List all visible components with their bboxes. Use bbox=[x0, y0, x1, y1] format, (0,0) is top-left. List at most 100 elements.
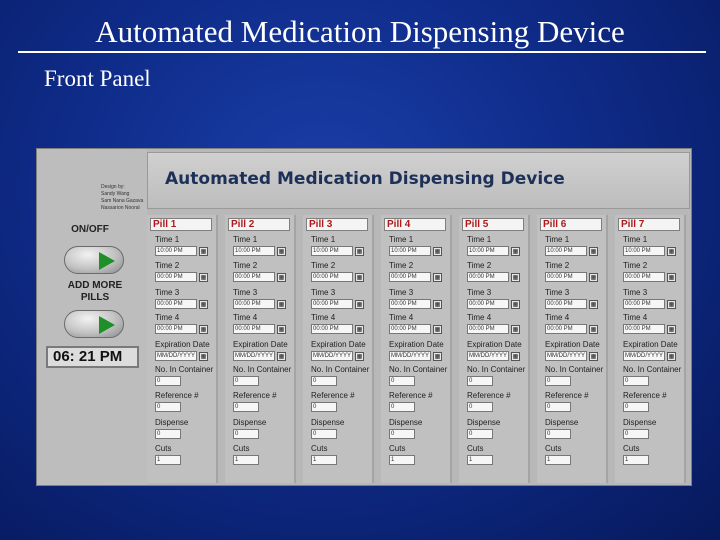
num-field[interactable]: 0 bbox=[389, 376, 415, 386]
calendar-icon[interactable]: ▦ bbox=[511, 300, 520, 309]
expiration-field[interactable]: MM/DD/YYYY bbox=[311, 351, 353, 361]
cuts-field[interactable]: 1 bbox=[155, 455, 181, 465]
time2-field[interactable]: 00:00 PM bbox=[467, 272, 509, 282]
expiration-field[interactable]: MM/DD/YYYY bbox=[155, 351, 197, 361]
calendar-icon[interactable]: ▦ bbox=[433, 352, 442, 361]
calendar-icon[interactable]: ▦ bbox=[277, 325, 286, 334]
dispense-field[interactable]: 0 bbox=[389, 429, 415, 439]
calendar-icon[interactable]: ▦ bbox=[355, 300, 364, 309]
time2-field[interactable]: 00:00 PM bbox=[389, 272, 431, 282]
time3-field[interactable]: 00:00 PM bbox=[389, 299, 431, 309]
calendar-icon[interactable]: ▦ bbox=[355, 352, 364, 361]
calendar-icon[interactable]: ▦ bbox=[667, 325, 676, 334]
calendar-icon[interactable]: ▦ bbox=[511, 325, 520, 334]
calendar-icon[interactable]: ▦ bbox=[199, 247, 208, 256]
calendar-icon[interactable]: ▦ bbox=[277, 300, 286, 309]
cuts-field[interactable]: 1 bbox=[233, 455, 259, 465]
dispense-field[interactable]: 0 bbox=[545, 429, 571, 439]
calendar-icon[interactable]: ▦ bbox=[433, 273, 442, 282]
calendar-icon[interactable]: ▦ bbox=[355, 325, 364, 334]
ref-field[interactable]: 0 bbox=[233, 402, 259, 412]
time1-field[interactable]: 10:00 PM bbox=[467, 246, 509, 256]
time1-field[interactable]: 10:00 PM bbox=[389, 246, 431, 256]
time4-field[interactable]: 00:00 PM bbox=[155, 324, 197, 334]
dispense-field[interactable]: 0 bbox=[155, 429, 181, 439]
num-field[interactable]: 0 bbox=[311, 376, 337, 386]
num-field[interactable]: 0 bbox=[233, 376, 259, 386]
time3-field[interactable]: 00:00 PM bbox=[467, 299, 509, 309]
expiration-field[interactable]: MM/DD/YYYY bbox=[623, 351, 665, 361]
calendar-icon[interactable]: ▦ bbox=[199, 273, 208, 282]
time4-field[interactable]: 00:00 PM bbox=[233, 324, 275, 334]
time1-field[interactable]: 10:00 PM bbox=[545, 246, 587, 256]
time1-field[interactable]: 10:00 PM bbox=[311, 246, 353, 256]
calendar-icon[interactable]: ▦ bbox=[511, 247, 520, 256]
time4-field[interactable]: 00:00 PM bbox=[623, 324, 665, 334]
expiration-field[interactable]: MM/DD/YYYY bbox=[467, 351, 509, 361]
time1-field[interactable]: 10:00 PM bbox=[155, 246, 197, 256]
on-off-button[interactable] bbox=[64, 246, 124, 274]
calendar-icon[interactable]: ▦ bbox=[199, 300, 208, 309]
cuts-field[interactable]: 1 bbox=[623, 455, 649, 465]
calendar-icon[interactable]: ▦ bbox=[355, 273, 364, 282]
ref-field[interactable]: 0 bbox=[545, 402, 571, 412]
calendar-icon[interactable]: ▦ bbox=[667, 300, 676, 309]
time3-field[interactable]: 00:00 PM bbox=[155, 299, 197, 309]
dispense-field[interactable]: 0 bbox=[233, 429, 259, 439]
time2-field[interactable]: 00:00 PM bbox=[545, 272, 587, 282]
add-more-pills-button[interactable] bbox=[64, 310, 124, 338]
expiration-field[interactable]: MM/DD/YYYY bbox=[233, 351, 275, 361]
ref-field[interactable]: 0 bbox=[311, 402, 337, 412]
calendar-icon[interactable]: ▦ bbox=[589, 352, 598, 361]
calendar-icon[interactable]: ▦ bbox=[433, 300, 442, 309]
calendar-icon[interactable]: ▦ bbox=[667, 273, 676, 282]
time4-field[interactable]: 00:00 PM bbox=[467, 324, 509, 334]
calendar-icon[interactable]: ▦ bbox=[433, 247, 442, 256]
time3-field[interactable]: 00:00 PM bbox=[623, 299, 665, 309]
expiration-field[interactable]: MM/DD/YYYY bbox=[389, 351, 431, 361]
calendar-icon[interactable]: ▦ bbox=[667, 352, 676, 361]
ref-field[interactable]: 0 bbox=[389, 402, 415, 412]
calendar-icon[interactable]: ▦ bbox=[589, 273, 598, 282]
cuts-field[interactable]: 1 bbox=[311, 455, 337, 465]
num-field[interactable]: 0 bbox=[545, 376, 571, 386]
calendar-icon[interactable]: ▦ bbox=[277, 273, 286, 282]
calendar-icon[interactable]: ▦ bbox=[433, 325, 442, 334]
time2-field[interactable]: 00:00 PM bbox=[155, 272, 197, 282]
expiration-field[interactable]: MM/DD/YYYY bbox=[545, 351, 587, 361]
calendar-icon[interactable]: ▦ bbox=[199, 325, 208, 334]
time1-field[interactable]: 10:00 PM bbox=[623, 246, 665, 256]
num-field[interactable]: 0 bbox=[155, 376, 181, 386]
calendar-icon[interactable]: ▦ bbox=[277, 352, 286, 361]
dispense-field[interactable]: 0 bbox=[467, 429, 493, 439]
calendar-icon[interactable]: ▦ bbox=[667, 247, 676, 256]
num-field[interactable]: 0 bbox=[623, 376, 649, 386]
time1-field[interactable]: 10:00 PM bbox=[233, 246, 275, 256]
num-field[interactable]: 0 bbox=[467, 376, 493, 386]
time4-field[interactable]: 00:00 PM bbox=[311, 324, 353, 334]
time3-field[interactable]: 00:00 PM bbox=[545, 299, 587, 309]
calendar-icon[interactable]: ▦ bbox=[277, 247, 286, 256]
cuts-field[interactable]: 1 bbox=[389, 455, 415, 465]
time2-field[interactable]: 00:00 PM bbox=[311, 272, 353, 282]
time3-field[interactable]: 00:00 PM bbox=[311, 299, 353, 309]
calendar-icon[interactable]: ▦ bbox=[355, 247, 364, 256]
time2-field[interactable]: 00:00 PM bbox=[233, 272, 275, 282]
dispense-field[interactable]: 0 bbox=[623, 429, 649, 439]
time4-field[interactable]: 00:00 PM bbox=[545, 324, 587, 334]
ref-field[interactable]: 0 bbox=[155, 402, 181, 412]
cuts-field[interactable]: 1 bbox=[467, 455, 493, 465]
time3-field[interactable]: 00:00 PM bbox=[233, 299, 275, 309]
ref-field[interactable]: 0 bbox=[467, 402, 493, 412]
ref-field[interactable]: 0 bbox=[623, 402, 649, 412]
cuts-field[interactable]: 1 bbox=[545, 455, 571, 465]
calendar-icon[interactable]: ▦ bbox=[511, 352, 520, 361]
calendar-icon[interactable]: ▦ bbox=[199, 352, 208, 361]
dispense-field[interactable]: 0 bbox=[311, 429, 337, 439]
time2-field[interactable]: 00:00 PM bbox=[623, 272, 665, 282]
calendar-icon[interactable]: ▦ bbox=[589, 300, 598, 309]
calendar-icon[interactable]: ▦ bbox=[511, 273, 520, 282]
calendar-icon[interactable]: ▦ bbox=[589, 325, 598, 334]
calendar-icon[interactable]: ▦ bbox=[589, 247, 598, 256]
time4-field[interactable]: 00:00 PM bbox=[389, 324, 431, 334]
